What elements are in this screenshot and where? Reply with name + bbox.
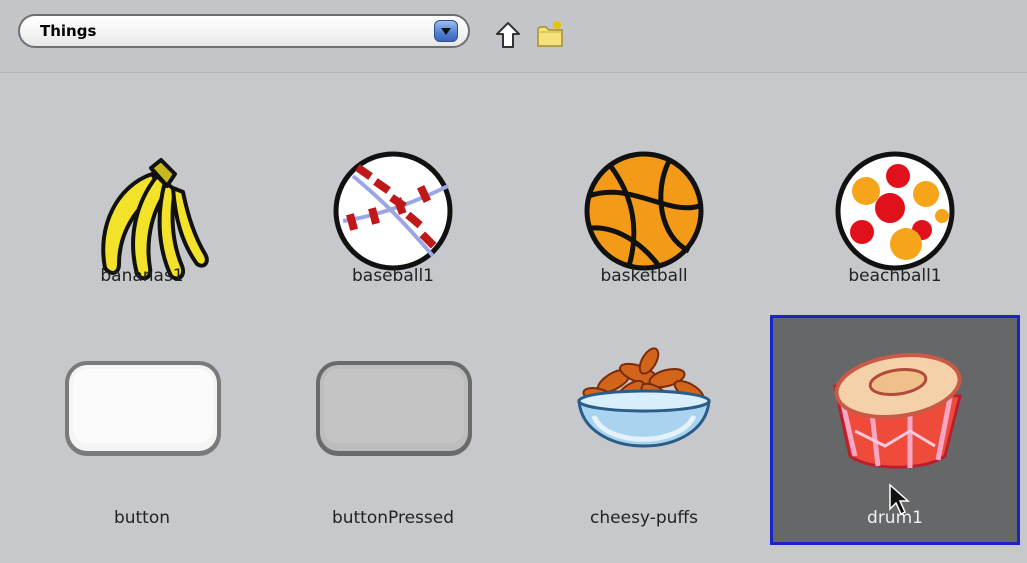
costume-name: basketball — [600, 266, 688, 286]
dropdown-arrow-icon[interactable] — [434, 20, 458, 42]
costume-name: baseball1 — [352, 266, 434, 286]
costume-library-window: Things bananas1 baseball1 basketball bea… — [0, 0, 1027, 563]
new-folder-icon[interactable] — [535, 20, 565, 50]
mouse-cursor-icon — [889, 483, 910, 516]
button-pressed-icon — [316, 361, 472, 456]
costume-tile-button[interactable]: button — [17, 318, 267, 548]
up-arrow-icon[interactable] — [493, 20, 523, 50]
costume-name: beachball1 — [848, 266, 942, 286]
costume-name: cheesy-puffs — [590, 508, 698, 528]
toolbar: Things — [0, 0, 1027, 73]
costume-name: bananas1 — [100, 266, 184, 286]
costume-grid: bananas1 baseball1 basketball beachball1… — [0, 73, 1027, 563]
folder-dropdown[interactable]: Things — [18, 14, 470, 48]
cheesy-puffs-icon — [577, 347, 711, 448]
button-icon — [65, 361, 221, 456]
costume-tile-cheesy-puffs[interactable]: cheesy-puffs — [519, 318, 769, 548]
drum-icon — [833, 353, 962, 469]
costume-tile-drum1[interactable]: drum1 — [770, 315, 1020, 545]
costume-name: button — [113, 508, 171, 528]
folder-dropdown-label: Things — [40, 22, 97, 40]
costume-tile-buttonPressed[interactable]: buttonPressed — [268, 318, 518, 548]
costume-name: buttonPressed — [331, 508, 455, 528]
